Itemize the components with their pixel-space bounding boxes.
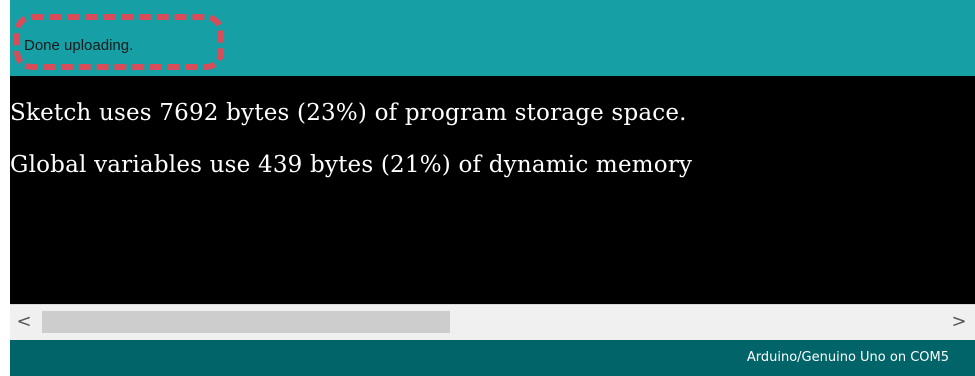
console-line: Sketch uses 7692 bytes (23%) of program … [10,100,687,126]
console-output[interactable]: Sketch uses 7692 bytes (23%) of program … [10,76,975,304]
arduino-ide-output-pane: Done uploading. Sketch uses 7692 bytes (… [0,0,975,376]
board-status-bar: Arduino/Genuino Uno on COM5 [10,340,975,376]
chevron-right-icon[interactable]: > [949,311,969,333]
horizontal-scrollbar[interactable]: < > [10,304,975,340]
board-port-label: Arduino/Genuino Uno on COM5 [746,350,949,365]
status-bar: Done uploading. [10,0,975,76]
scrollbar-thumb[interactable] [42,311,450,333]
chevron-left-icon[interactable]: < [14,311,34,333]
window-left-edge [0,0,10,376]
console-line: Global variables use 439 bytes (21%) of … [10,152,693,178]
status-highlight-annotation [14,14,224,70]
